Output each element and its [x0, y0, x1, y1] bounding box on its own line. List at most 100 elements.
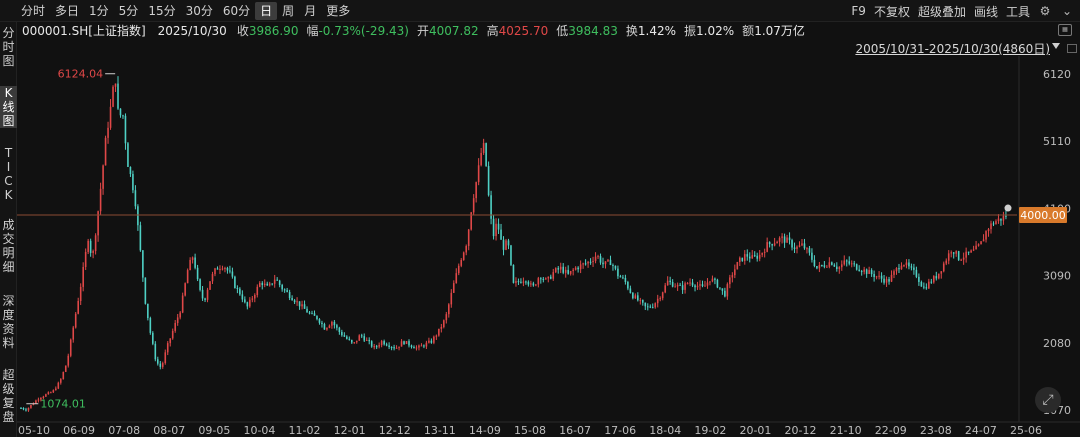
candle-body	[965, 251, 967, 258]
candle-body	[443, 320, 445, 328]
candle-body	[433, 336, 435, 343]
candle-body	[253, 295, 256, 299]
candle-body	[903, 265, 905, 267]
candle-body	[318, 319, 321, 323]
candle-body	[868, 270, 870, 274]
x-tick-label: 09-05	[198, 424, 230, 437]
candle-body	[343, 335, 346, 337]
open-value: 4007.82	[428, 23, 479, 38]
expand-icon[interactable]: ⤢	[1035, 387, 1061, 413]
candle-body	[457, 265, 460, 274]
candle-body	[604, 261, 607, 265]
gear-icon[interactable]: ⚙	[1038, 4, 1052, 18]
period-tab-6[interactable]: 60分	[218, 2, 255, 20]
candle-body	[293, 300, 296, 303]
sidebar-item-4[interactable]: 深度资料	[0, 294, 17, 350]
candle-body	[990, 223, 992, 230]
period-tab-2[interactable]: 1分	[84, 2, 114, 20]
candle-body	[905, 262, 908, 266]
tools-button[interactable]: 工具	[1006, 3, 1030, 20]
kline-chart[interactable]: 61205110410030902080107005-1006-0907-080…	[17, 56, 1080, 437]
sidebar-item-3[interactable]: 成交明细	[0, 218, 17, 274]
candle-body	[975, 245, 977, 250]
candle-body	[74, 313, 77, 328]
candle-body	[569, 271, 572, 274]
low-value: 3984.83	[568, 23, 618, 38]
period-tab-0[interactable]: 分时	[16, 2, 50, 20]
candle-body	[365, 339, 368, 341]
candle-body	[199, 279, 201, 290]
candle-body	[249, 299, 251, 307]
candle-body	[656, 298, 659, 304]
overlay-button[interactable]: 超级叠加	[918, 3, 966, 20]
period-tab-9[interactable]: 月	[299, 2, 321, 20]
candle-body	[646, 306, 649, 308]
scroll-handle[interactable]	[1067, 44, 1077, 53]
candle-body	[535, 284, 537, 286]
candle-body	[681, 285, 684, 290]
x-tick-label: 20-01	[739, 424, 771, 437]
candle-body	[288, 291, 291, 299]
candle-body	[848, 261, 851, 264]
candle-body	[781, 236, 783, 238]
candle-body	[360, 335, 363, 337]
candle-body	[977, 244, 980, 246]
period-tab-8[interactable]: 周	[277, 2, 299, 20]
candle-body	[952, 252, 955, 254]
sidebar-item-1[interactable]: K线图	[0, 86, 17, 128]
candle-body	[400, 341, 403, 347]
candle-body	[865, 269, 868, 274]
f9-button[interactable]: F9	[851, 4, 866, 18]
no-restore-button[interactable]: 不复权	[874, 3, 910, 20]
candle-body	[624, 277, 627, 282]
candle-body	[898, 268, 900, 270]
candle-body	[127, 143, 129, 167]
candle-body	[134, 190, 137, 207]
x-tick-label: 19-02	[694, 424, 726, 437]
settings-badge-icon[interactable]: ▦	[1058, 24, 1072, 36]
candle-body	[515, 281, 517, 283]
candle-body	[530, 283, 532, 285]
chevron-down-icon[interactable]: ⌄	[1060, 4, 1074, 18]
period-tab-3[interactable]: 5分	[114, 2, 144, 20]
candle-body	[574, 267, 577, 270]
candle-body	[122, 115, 124, 117]
period-tab-7[interactable]: 日	[255, 1, 278, 20]
candle-body	[803, 243, 806, 249]
candle-body	[112, 86, 114, 107]
candle-body	[129, 166, 132, 174]
candle-body	[485, 143, 487, 166]
period-tab-4[interactable]: 15分	[143, 2, 180, 20]
x-tick-label: 17-06	[604, 424, 636, 437]
low-label: 低	[556, 24, 569, 38]
candle-body	[676, 284, 679, 287]
date-range-dropdown-icon[interactable]	[1052, 43, 1060, 49]
sidebar-item-5[interactable]: 超级复盘	[0, 368, 17, 424]
candle-body	[445, 314, 448, 321]
candle-body	[557, 268, 560, 270]
candle-body	[716, 279, 719, 288]
candle-body	[970, 250, 972, 253]
candle-body	[957, 251, 960, 260]
candle-body	[142, 250, 144, 278]
candle-body	[651, 307, 654, 309]
candle-body	[756, 255, 759, 259]
candle-body	[206, 289, 209, 300]
candle-body	[236, 288, 239, 290]
candle-body	[239, 288, 241, 295]
candle-body	[164, 352, 167, 364]
sidebar-item-2[interactable]: TICK	[0, 146, 17, 202]
period-tab-5[interactable]: 30分	[181, 2, 218, 20]
candle-body	[338, 327, 341, 332]
left-sidebar: 分时图 K线图 TICK 成交明细深度资料超级复盘	[0, 22, 17, 437]
candle-body	[791, 240, 793, 248]
draw-line-button[interactable]: 画线	[974, 3, 998, 20]
period-tab-10[interactable]: 更多	[321, 2, 355, 20]
sidebar-item-0[interactable]: 分时图	[0, 26, 17, 68]
period-tab-1[interactable]: 多日	[50, 2, 84, 20]
candle-body	[99, 188, 102, 212]
date-range-selector[interactable]: 2005/10/31-2025/10/30(4860日)	[855, 40, 1050, 57]
candle-body	[671, 281, 674, 287]
candle-body	[607, 259, 609, 262]
candle-body	[552, 272, 555, 279]
